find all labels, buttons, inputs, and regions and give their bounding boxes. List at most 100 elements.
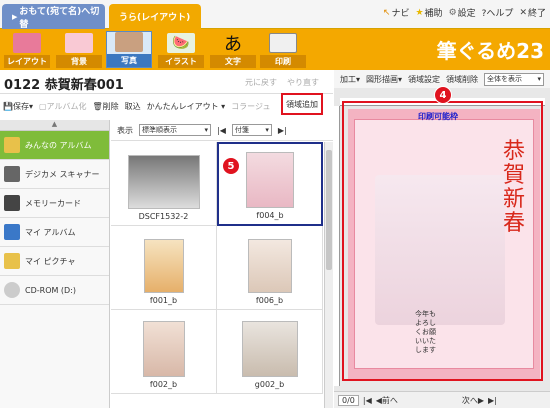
photo-tool[interactable]: 写真: [106, 31, 152, 68]
category-label: デジカメ スキャナー: [25, 169, 100, 179]
category-label: みんなの アルバム: [25, 140, 92, 150]
easy-layout-label: かんたんレイアウト: [146, 101, 219, 111]
category-label: マイ アルバム: [25, 227, 76, 237]
photo-thumbnail: [127, 155, 200, 209]
thumbnail-caption: g002_b: [254, 380, 285, 389]
tab-front-label: おもて(宛て名)へ切替: [19, 6, 100, 30]
selection-highlight: [342, 101, 543, 381]
delete-button[interactable]: 🗑削除: [92, 101, 118, 112]
last-page-button[interactable]: ▶|: [488, 396, 497, 405]
thumbnail-scrollbar[interactable]: [324, 142, 333, 408]
sidebar-scroll-up[interactable]: ▲: [0, 120, 109, 131]
import-button[interactable]: 取込: [125, 101, 141, 112]
collage-button[interactable]: コラージュ: [231, 101, 270, 112]
exit-link[interactable]: ✕ 終了: [519, 6, 546, 20]
thumbnail-grid: DSCF1532-2 f004_b f001_b f006_b f002_b g…: [111, 142, 324, 408]
zoom-value: 全体を表示: [487, 75, 523, 83]
area-add-button[interactable]: 領域追加: [281, 93, 323, 115]
thumbnail-caption: f001_b: [149, 296, 178, 305]
area-delete-button[interactable]: 領域削除: [446, 74, 478, 85]
brand-logo: 筆ぐるめ23: [436, 39, 544, 63]
scrollbar-thumb[interactable]: [326, 150, 332, 270]
order-select[interactable]: 標準順表示 ▾: [139, 124, 211, 136]
main-toolbar: レイアウト 背景 写真 🍉 イラスト あ 文字 印刷 筆ぐるめ23: [0, 29, 550, 70]
thumbnail-item[interactable]: f002_b: [111, 310, 217, 394]
undo-button[interactable]: 元に戻す: [245, 77, 277, 88]
category-memory-card[interactable]: メモリーカード: [0, 189, 109, 218]
thumbnail-caption: f002_b: [149, 380, 178, 389]
prev-page-button[interactable]: ◀前へ: [376, 395, 398, 406]
layout-tool[interactable]: レイアウト: [4, 31, 50, 68]
shape-menu[interactable]: 図形描画▾: [366, 74, 402, 85]
step-badge-4: 4: [434, 86, 452, 104]
project-bar: 0122 恭賀新春001 元に戻す やり直す: [0, 70, 333, 94]
navi-link[interactable]: ↖ ナビ: [382, 6, 410, 20]
help-link[interactable]: ?ヘルプ: [482, 6, 514, 19]
album-button[interactable]: ▢アルバム化: [39, 101, 86, 112]
thumbnail-item[interactable]: DSCF1532-2: [111, 142, 217, 226]
album-label: アルバム化: [46, 101, 87, 111]
printer-icon: [269, 33, 297, 53]
pager-bar: 0/0 |◀ ◀前へ 次へ▶ ▶|: [334, 391, 550, 408]
shape-label: 図形描画: [366, 74, 399, 84]
category-label: メモリーカード: [25, 198, 81, 208]
category-my-pictures[interactable]: マイ ピクチャ: [0, 247, 109, 276]
layout-tool-label: レイアウト: [4, 55, 50, 68]
top-links: ↖ ナビ ★ 補助 ⚙ 設定 ?ヘルプ ✕ 終了: [382, 6, 546, 20]
background-tool[interactable]: 背景: [56, 31, 102, 68]
settings-link[interactable]: ⚙ 設定: [448, 6, 476, 20]
photo-thumbnail: [143, 239, 184, 293]
illust-tool[interactable]: 🍉 イラスト: [158, 31, 204, 68]
thumbnail-item[interactable]: f006_b: [217, 226, 323, 310]
prev-tag-icon[interactable]: |◀: [217, 126, 226, 135]
category-my-album[interactable]: マイ アルバム: [0, 218, 109, 247]
category-cd-rom[interactable]: CD-ROM (D:): [0, 276, 109, 305]
delete-label: 削除: [102, 101, 119, 111]
prev-label: 前へ: [381, 395, 398, 405]
hojo-link[interactable]: ★ 補助: [415, 6, 442, 20]
order-value: 標準順表示: [142, 126, 177, 134]
help-label: ?ヘルプ: [481, 9, 514, 19]
layout-icon: [13, 33, 41, 53]
thumbnail-item[interactable]: f001_b: [111, 226, 217, 310]
thumbnail-item-selected[interactable]: f004_b: [217, 142, 323, 226]
next-page-button[interactable]: 次へ▶: [462, 395, 484, 406]
category-minna-album[interactable]: みんなの アルバム: [0, 131, 109, 160]
area-set-button[interactable]: 領域設定: [408, 74, 440, 85]
display-label: 表示: [117, 125, 133, 135]
chevron-down-icon: ▾: [204, 126, 208, 134]
next-label: 次へ: [461, 395, 478, 405]
next-tag-icon[interactable]: ▶|: [278, 126, 287, 135]
chevron-down-icon: ▾: [265, 126, 269, 134]
tab-front-address[interactable]: ▶ おもて(宛て名)へ切替: [2, 4, 105, 30]
thumbnail-header: 表示 標準順表示 ▾ |◀ 付箋 ▾ ▶|: [111, 120, 333, 141]
redo-button[interactable]: やり直す: [287, 77, 319, 88]
easy-layout-button[interactable]: かんたんレイアウト ▾: [147, 101, 226, 112]
tag-select[interactable]: 付箋 ▾: [231, 124, 272, 136]
play-icon: ▶: [12, 12, 18, 21]
thumbnail-item[interactable]: g002_b: [217, 310, 323, 394]
top-bar: ▶ おもて(宛て名)へ切替 うら(レイアウト) ↖ ナビ ★ 補助 ⚙ 設定 ?ヘルプ…: [0, 0, 550, 30]
tab-back-layout[interactable]: うら(レイアウト): [109, 4, 201, 29]
watermelon-icon: 🍉: [167, 33, 195, 53]
cd-icon: [4, 282, 20, 298]
first-page-button[interactable]: |◀: [363, 396, 372, 405]
print-tool-label: 印刷: [260, 55, 306, 68]
brush-text-icon: あ: [224, 34, 242, 55]
print-tool[interactable]: 印刷: [260, 31, 306, 68]
text-tool[interactable]: あ 文字: [210, 31, 256, 68]
cursor-icon: ↖: [382, 7, 391, 18]
step-badge-5: 5: [222, 157, 240, 175]
gear-icon: ⚙: [448, 7, 457, 18]
zoom-select[interactable]: 全体を表示 ▾: [484, 72, 545, 86]
photo-thumbnail: [241, 321, 298, 377]
save-button[interactable]: 💾保存▾: [3, 101, 33, 112]
text-tool-label: 文字: [210, 55, 256, 68]
thumbnail-caption: f006_b: [255, 296, 284, 305]
card-canvas: 恭賀新春 今年もよろしくお願いいたします 印刷可能枠: [334, 88, 550, 408]
tag-value: 付箋: [234, 126, 249, 134]
photo-tool-label: 写真: [107, 54, 151, 67]
category-label: CD-ROM (D:): [25, 285, 77, 295]
edit-menu[interactable]: 加工▾: [340, 74, 360, 85]
category-camera-scanner[interactable]: デジカメ スキャナー: [0, 160, 109, 189]
